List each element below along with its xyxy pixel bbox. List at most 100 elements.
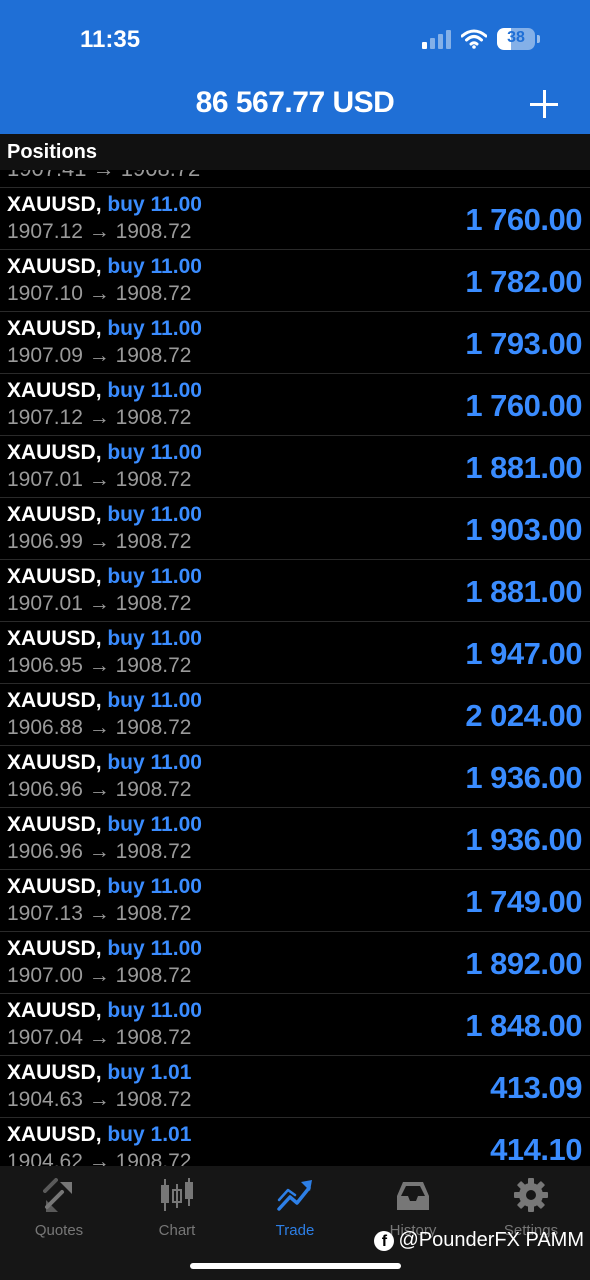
facebook-icon: f [374, 1230, 395, 1251]
position-prices: 1906.96 → 1908.72 [7, 778, 192, 801]
position-side: buy 1.01 [107, 1123, 192, 1146]
position-prices: 1907.41 → 1908.72 [7, 170, 200, 182]
separator: , [95, 751, 108, 774]
list-item[interactable]: XAUUSD, buy 11.00 1907.00 → 1908.72 1 892.… [0, 932, 590, 994]
tab-quotes[interactable]: Quotes [0, 1176, 118, 1239]
tab-label: Trade [275, 1222, 315, 1239]
position-title: XAUUSD, buy 11.00 [7, 441, 202, 465]
list-item[interactable]: XAUUSD, buy 1.01 1904.62 → 1908.72 414.10 [0, 1118, 590, 1166]
position-prices: 1904.63 → 1908.72 [7, 1088, 192, 1111]
position-prices: 1907.12 → 1908.72 [7, 406, 192, 429]
separator: , [95, 441, 108, 464]
separator: , [95, 379, 108, 402]
position-profit: 1 760.00 [465, 202, 582, 237]
position-title: XAUUSD, buy 11.00 [7, 255, 202, 279]
position-side: buy 11.00 [107, 379, 202, 402]
position-side: buy 11.00 [107, 441, 202, 464]
position-side: buy 11.00 [107, 503, 202, 526]
position-side: buy 11.00 [107, 813, 202, 836]
chart-icon [161, 1178, 193, 1211]
home-indicator[interactable] [190, 1263, 401, 1269]
position-profit: 1 903.00 [465, 512, 582, 547]
status-icons: 38 [422, 28, 540, 50]
separator: , [95, 689, 108, 712]
add-order-button[interactable] [526, 86, 562, 122]
position-title: XAUUSD, buy 1.01 [7, 1123, 191, 1147]
separator: , [95, 503, 108, 526]
position-symbol: XAUUSD [7, 503, 96, 526]
settings-icon [514, 1178, 548, 1212]
position-side: buy 11.00 [107, 937, 202, 960]
positions-list[interactable]: 1907.41 → 1908.72 XAUUSD, buy 11.00 1907.… [0, 170, 590, 1166]
separator: , [95, 875, 108, 898]
position-prices: 1906.95 → 1908.72 [7, 654, 192, 677]
list-item[interactable]: XAUUSD, buy 11.00 1907.09 → 1908.72 1 793.… [0, 312, 590, 374]
list-item[interactable]: XAUUSD, buy 11.00 1907.04 → 1908.72 1 848.… [0, 994, 590, 1056]
position-symbol: XAUUSD [7, 937, 96, 960]
tab-chart[interactable]: Chart [118, 1176, 236, 1239]
position-profit: 1 881.00 [465, 574, 582, 609]
top-bar: 11:35 38 86 567.77 USD [0, 0, 590, 134]
list-item[interactable]: XAUUSD, buy 11.00 1907.01 → 1908.72 1 881.… [0, 436, 590, 498]
position-side: buy 11.00 [107, 999, 202, 1022]
position-side: buy 11.00 [107, 565, 202, 588]
list-item[interactable]: XAUUSD, buy 11.00 1907.13 → 1908.72 1 749.… [0, 870, 590, 932]
position-profit: 1 947.00 [465, 636, 582, 671]
position-profit: 413.09 [490, 1070, 582, 1105]
separator: , [95, 937, 108, 960]
separator: , [95, 813, 108, 836]
position-symbol: XAUUSD [7, 875, 96, 898]
separator: , [95, 999, 108, 1022]
position-symbol: XAUUSD [7, 689, 96, 712]
list-item[interactable]: XAUUSD, buy 11.00 1906.99 → 1908.72 1 903.… [0, 498, 590, 560]
list-item[interactable]: XAUUSD, buy 11.00 1906.96 → 1908.72 1 936.… [0, 808, 590, 870]
list-item[interactable]: XAUUSD, buy 11.00 1906.96 → 1908.72 1 936.… [0, 746, 590, 808]
position-side: buy 11.00 [107, 193, 202, 216]
position-profit: 1 848.00 [465, 1008, 582, 1043]
list-item[interactable]: XAUUSD, buy 11.00 1907.12 → 1908.72 1 760.… [0, 374, 590, 436]
position-prices: 1907.01 → 1908.72 [7, 592, 192, 615]
position-symbol: XAUUSD [7, 999, 96, 1022]
position-profit: 1 749.00 [465, 884, 582, 919]
position-prices: 1907.01 → 1908.72 [7, 468, 192, 491]
position-profit: 1 936.00 [465, 760, 582, 795]
position-side: buy 11.00 [107, 875, 202, 898]
account-balance: 86 567.77 USD [195, 86, 395, 119]
position-title: XAUUSD, buy 11.00 [7, 999, 202, 1023]
list-item[interactable]: XAUUSD, buy 11.00 1906.88 → 1908.72 2 024.… [0, 684, 590, 746]
list-item[interactable]: XAUUSD, buy 11.00 1907.01 → 1908.72 1 881.… [0, 560, 590, 622]
trade-icon [277, 1180, 312, 1211]
list-item[interactable]: XAUUSD, buy 11.00 1907.10 → 1908.72 1 782.… [0, 250, 590, 312]
position-title: XAUUSD, buy 11.00 [7, 813, 202, 837]
list-item-partial[interactable]: 1907.41 → 1908.72 [0, 170, 590, 188]
position-profit: 1 936.00 [465, 822, 582, 857]
position-symbol: XAUUSD [7, 627, 96, 650]
status-time: 11:35 [80, 26, 141, 53]
position-profit: 1 881.00 [465, 450, 582, 485]
battery-percent: 38 [507, 29, 525, 46]
tab-label: Chart [158, 1222, 196, 1239]
list-item[interactable]: XAUUSD, buy 11.00 1906.95 → 1908.72 1 947.… [0, 622, 590, 684]
watermark: f @PounderFX PAMM [374, 1229, 584, 1252]
position-symbol: XAUUSD [7, 813, 96, 836]
position-profit: 1 793.00 [465, 326, 582, 361]
tab-trade[interactable]: Trade [236, 1176, 354, 1239]
position-prices: 1904.62 → 1908.72 [7, 1150, 192, 1166]
position-profit: 1 892.00 [465, 946, 582, 981]
separator: , [95, 565, 108, 588]
position-title: XAUUSD, buy 11.00 [7, 317, 202, 341]
position-prices: 1906.96 → 1908.72 [7, 840, 192, 863]
position-prices: 1907.10 → 1908.72 [7, 282, 192, 305]
list-item[interactable]: XAUUSD, buy 1.01 1904.63 → 1908.72 413.09 [0, 1056, 590, 1118]
separator: , [95, 627, 108, 650]
cellular-signal-icon [422, 29, 451, 49]
position-side: buy 11.00 [107, 255, 202, 278]
position-title: XAUUSD, buy 11.00 [7, 193, 202, 217]
position-title: XAUUSD, buy 11.00 [7, 689, 202, 713]
quotes-icon [43, 1178, 72, 1212]
position-side: buy 1.01 [107, 1061, 192, 1084]
position-title: XAUUSD, buy 1.01 [7, 1061, 191, 1085]
list-item[interactable]: XAUUSD, buy 11.00 1907.12 → 1908.72 1 760.… [0, 188, 590, 250]
position-prices: 1907.04 → 1908.72 [7, 1026, 192, 1049]
position-profit: 1 782.00 [465, 264, 582, 299]
